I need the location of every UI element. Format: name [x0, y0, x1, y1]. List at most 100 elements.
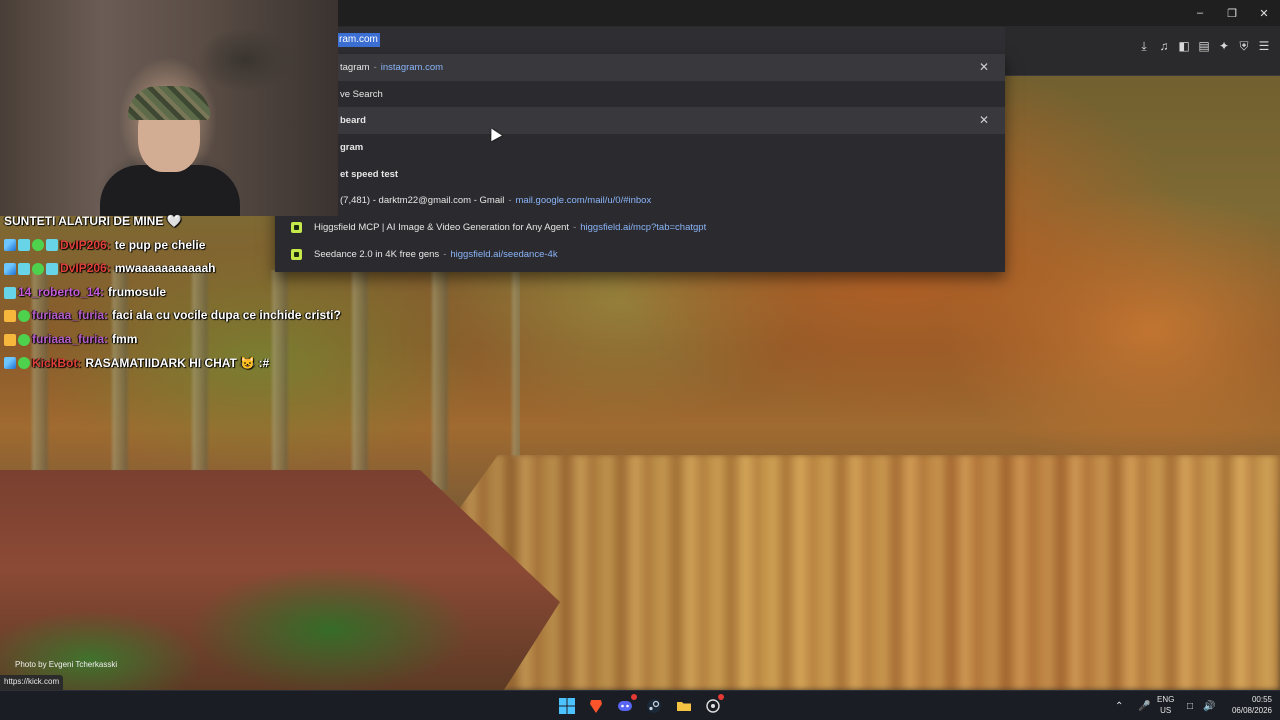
crown-badge-icon [4, 310, 16, 323]
wallpaper-lake [430, 455, 1280, 690]
verified-badge-icon [18, 333, 30, 346]
subscriber-badge-icon [4, 286, 16, 299]
suggestion-separator: - [373, 62, 377, 73]
chat-message: SUNTETI ALATURI DE MINE 🤍 [4, 210, 384, 234]
suggestion-separator: - [573, 222, 577, 233]
chat-message: furiaaa_furia: fmm [4, 328, 384, 352]
leo-ai-icon[interactable]: ✦ [1214, 32, 1234, 60]
address-bar-text[interactable]: ram.com [337, 33, 380, 47]
suggestion-row[interactable]: tagram - instagram.com ✕ [275, 54, 1005, 81]
streamer-body [100, 165, 240, 216]
suggestion-separator: - [508, 195, 512, 206]
suggestion-row[interactable]: beard ✕ [275, 107, 1005, 134]
download-icon[interactable]: ⤓ [1134, 32, 1154, 60]
gifter-badge-icon [46, 239, 58, 252]
minimize-button[interactable]: – [1184, 0, 1216, 26]
menu-icon[interactable]: ☰ [1254, 32, 1274, 60]
chat-username: DvIP206: [60, 237, 111, 252]
subscriber-badge-icon [18, 262, 30, 275]
suggestion-title: gram [340, 142, 364, 153]
status-bar-url: https://kick.com [0, 675, 64, 690]
chat-message: 14_roberto_14: frumosule [4, 281, 384, 305]
taskbar: ⌃ 🎤 ENG US □ 🔊 00:55 06/08/2026 [0, 690, 1280, 720]
address-bar[interactable]: ram.com [275, 27, 1005, 54]
language-code: ENG [1157, 695, 1175, 704]
suggestion-separator: - [443, 249, 447, 260]
photo-credit: Photo by Evgeni Tcherkasski [15, 660, 118, 669]
clock-date: 06/08/2026 [1231, 706, 1272, 715]
suggestion-url: mail.google.com/mail/u/0/#inbox [515, 195, 652, 206]
keyboard-region: US [1160, 706, 1172, 715]
suggestion-row[interactable]: ve Search [275, 81, 1005, 108]
suggestion-url: higgsfield.ai/mcp?tab=chatgpt [580, 222, 707, 233]
verified-badge-icon [18, 310, 30, 323]
volume-icon[interactable]: 🔊 [1203, 694, 1215, 718]
streamer-cap [128, 86, 210, 120]
file-explorer-icon[interactable] [673, 695, 695, 717]
brave-browser-icon[interactable] [585, 695, 607, 717]
chat-message-text: fmm [112, 331, 138, 346]
suggestion-row[interactable]: (7,481) - darktm22@gmail.com - Gmail - m… [275, 187, 1005, 214]
suggestion-title: beard [340, 115, 366, 126]
suggestion-url: instagram.com [380, 62, 444, 73]
suggestion-row[interactable]: et speed test [275, 161, 1005, 188]
suggestion-row[interactable]: Seedance 2.0 in 4K free gens - higgsfiel… [275, 241, 1005, 268]
recording-indicator [718, 694, 724, 700]
toolbar-icons: ⤓ ♫ ◧ ▤ ✦ ⛨ ☰ [1134, 32, 1274, 60]
network-icon[interactable]: □ [1187, 694, 1193, 718]
wallet-icon[interactable]: ▤ [1194, 32, 1214, 60]
crown-badge-icon [4, 333, 16, 346]
chat-username: 14_roberto_14: [18, 284, 105, 299]
window-controls: – ❐ ✕ [1184, 0, 1280, 26]
microphone-icon[interactable]: 🎤 [1138, 694, 1150, 718]
windows-start-icon[interactable] [556, 695, 578, 717]
clock-time: 00:55 [1251, 695, 1272, 704]
chat-message-text: faci ala cu vocile dupa ce inchide crist… [112, 308, 341, 323]
verified-badge-icon [18, 357, 30, 370]
language-indicator[interactable]: ENG US [1157, 694, 1174, 716]
suggestion-title: ve Search [340, 89, 383, 100]
webcam-overlay [0, 0, 338, 216]
discord-icon[interactable] [614, 694, 637, 717]
suggestion-url: higgsfield.ai/seedance-4k [450, 249, 558, 260]
music-icon[interactable]: ♫ [1154, 32, 1174, 60]
chat-username: KickBot: [32, 355, 82, 370]
chat-message-text: frumosule [108, 284, 167, 299]
chat-message: DvIP206: te pup pe chelie [4, 234, 384, 258]
remove-suggestion-icon[interactable]: ✕ [979, 113, 989, 127]
suggestion-row[interactable]: gram [275, 134, 1005, 161]
verified-badge-icon [32, 262, 44, 275]
show-hidden-icons-icon[interactable]: ⌃ [1115, 694, 1123, 718]
moderator-badge-icon [4, 239, 16, 252]
chat-message: KickBot: RASAMATIIDARK HI CHAT 😺 :# [4, 352, 384, 376]
chat-message-text: te pup pe chelie [114, 237, 206, 252]
chat-username: furiaaa_furia: [32, 331, 109, 346]
chat-message-text: SUNTETI ALATURI DE MINE 🤍 [4, 214, 182, 228]
steam-icon[interactable] [643, 695, 665, 717]
chat-message-text: RASAMATIIDARK HI CHAT 😺 :# [85, 355, 270, 370]
suggestion-title: et speed test [340, 169, 399, 180]
chat-message: furiaaa_furia: faci ala cu vocile dupa c… [4, 304, 384, 328]
restore-button[interactable]: ❐ [1216, 0, 1248, 26]
discord-badge [631, 694, 637, 700]
moderator-badge-icon [4, 262, 16, 275]
chat-message-text: mwaaaaaaaaaaah [114, 261, 216, 276]
chat-username: furiaaa_furia: [32, 308, 109, 323]
shields-icon[interactable]: ⛨ [1234, 32, 1254, 60]
subscriber-badge-icon [18, 239, 30, 252]
recorder-icon[interactable] [702, 694, 724, 717]
system-clock[interactable]: 00:55 06/08/2026 [1222, 694, 1272, 716]
suggestion-title: tagram [340, 62, 370, 73]
chat-username: DvIP206: [60, 261, 111, 276]
stream-chat-overlay: SUNTETI ALATURI DE MINE 🤍 DvIP206: te pu… [4, 210, 384, 375]
sidebar-icon[interactable]: ◧ [1174, 32, 1194, 60]
omnibox-suggestions: tagram - instagram.com ✕ ve Search beard… [275, 54, 1005, 272]
suggestion-title: (7,481) - darktm22@gmail.com - Gmail [340, 195, 505, 206]
verified-badge-icon [32, 239, 44, 252]
chat-message: DvIP206: mwaaaaaaaaaaah [4, 257, 384, 281]
gifter-badge-icon [46, 262, 58, 275]
remove-suggestion-icon[interactable]: ✕ [979, 60, 989, 74]
suggestion-row[interactable]: Higgsfield MCP | AI Image & Video Genera… [275, 214, 1005, 241]
close-window-button[interactable]: ✕ [1248, 0, 1280, 26]
moderator-badge-icon [4, 357, 16, 370]
